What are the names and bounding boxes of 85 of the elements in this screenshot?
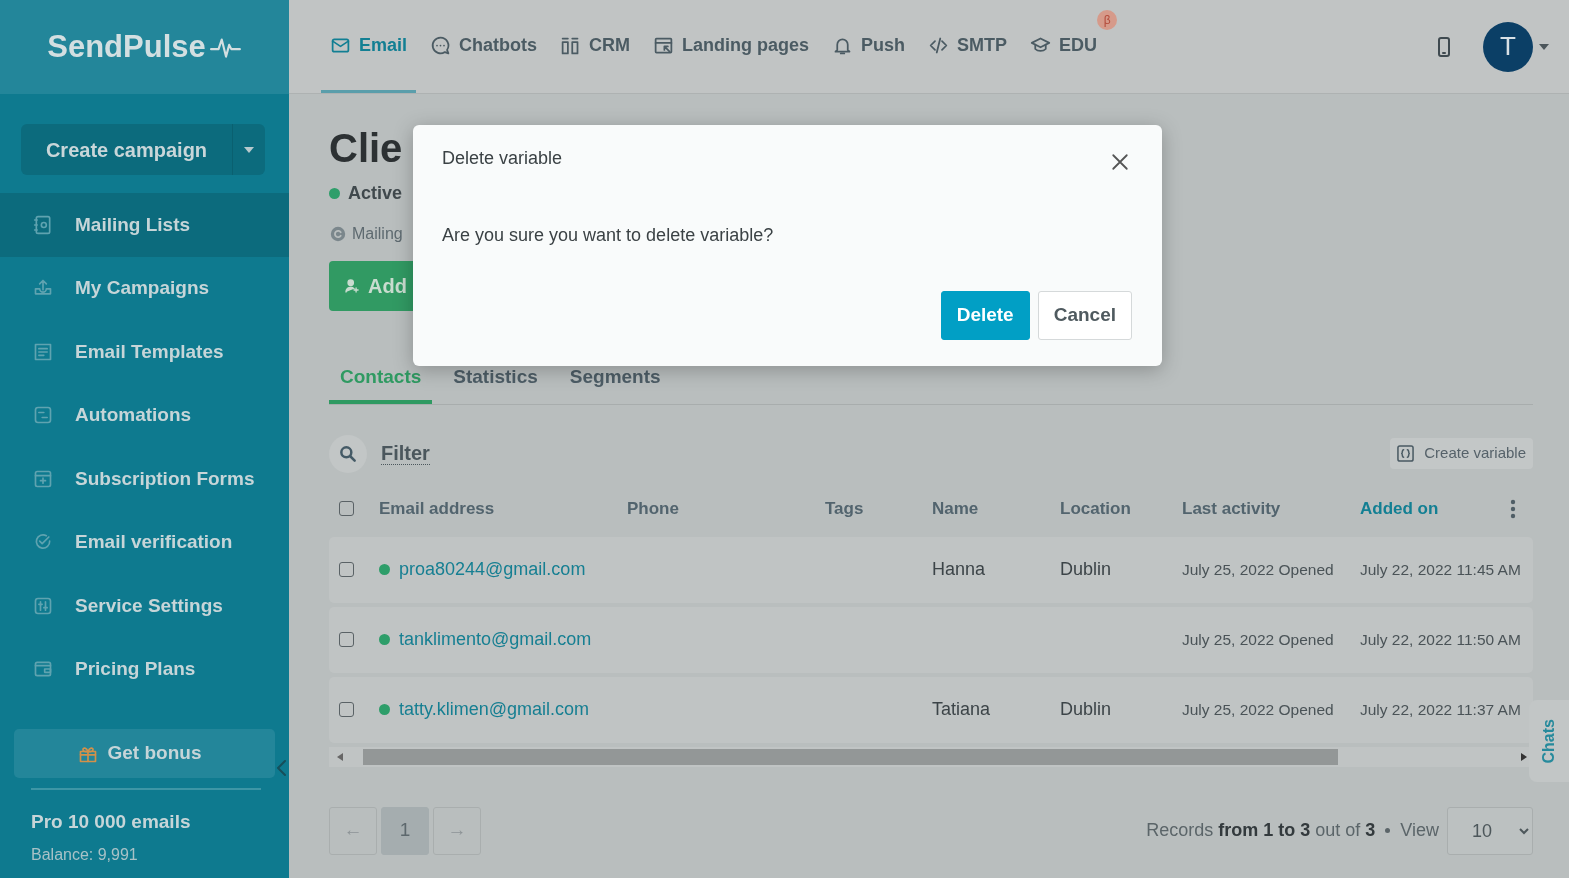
nav-tab[interactable]: Landing pages [644, 0, 819, 93]
sidebar-item[interactable]: Automations [0, 383, 289, 447]
mobile-phone-icon [1437, 36, 1451, 57]
filter-link[interactable]: Filter [381, 442, 430, 465]
template-icon [33, 341, 53, 362]
nav-tab[interactable]: Email [321, 0, 417, 93]
page-title: Clie [329, 128, 403, 168]
scrollbar-thumb[interactable] [363, 748, 1338, 765]
column-header[interactable]: Location [1060, 495, 1182, 522]
balance-text: Balance: 9,991 [30, 844, 139, 865]
chats-tab[interactable]: Chats [1529, 700, 1569, 782]
sidebar-item[interactable]: My Campaigns [0, 256, 289, 320]
added-on-cell-text: July 22, 2022 11:37 AM [1360, 699, 1522, 720]
row-checkbox[interactable] [339, 562, 354, 577]
scroll-left-icon[interactable] [337, 752, 343, 761]
status-dot [329, 188, 340, 199]
nav-tab[interactable]: Push [823, 0, 915, 93]
last-activity-cell-text: July 25, 2022 Opened [1182, 629, 1335, 650]
last-activity-cell-text: July 25, 2022 Opened [1182, 699, 1335, 720]
delete-button[interactable]: Delete [940, 291, 1030, 340]
search-icon [338, 443, 358, 464]
name-cell-text: Tatiana [932, 698, 992, 721]
column-header[interactable]: Name [932, 495, 1060, 522]
column-header[interactable]: Added on [1360, 495, 1439, 522]
cancel-button[interactable]: Cancel [1037, 291, 1132, 340]
sliders-icon [33, 595, 53, 616]
wallet-icon [33, 659, 53, 680]
column-header[interactable]: Last activity [1182, 495, 1360, 522]
next-page-button[interactable]: → [433, 806, 481, 855]
get-bonus-button[interactable]: Get bonus [14, 729, 275, 778]
email-link[interactable]: proa80244@gmail.com [399, 556, 586, 583]
refresh-circle-icon [329, 225, 347, 243]
email-link[interactable]: tanklimento@gmail.com [399, 626, 592, 653]
records-summary: Records from 1 to 3 out of 3 [1146, 819, 1376, 842]
column-header[interactable]: Email address [379, 495, 627, 522]
breadcrumb-link[interactable]: Mailing [352, 222, 403, 246]
more-vertical-icon [1510, 498, 1516, 519]
select-all-checkbox[interactable] [339, 501, 354, 516]
address-book-icon [33, 214, 53, 235]
sidebar-item[interactable]: Email verification [0, 510, 289, 574]
page-size-select[interactable]: 10 [1447, 806, 1533, 855]
content-tab[interactable]: Statistics [442, 361, 549, 404]
beta-badge: β [1097, 10, 1118, 30]
braces-icon [1397, 445, 1415, 462]
sidebar-item[interactable]: Service Settings [0, 574, 289, 638]
column-header[interactable]: Tags [825, 495, 932, 522]
scroll-right-icon[interactable] [1521, 752, 1527, 761]
sidebar-item[interactable]: Subscription Forms [0, 447, 289, 511]
modal-message: Are you sure you want to delete variable? [442, 224, 775, 247]
user-avatar[interactable]: T [1483, 21, 1533, 72]
sidebar-item[interactable]: Pricing Plans [0, 637, 289, 701]
location-cell-text: Dublin [1060, 698, 1113, 721]
name-cell-text: Hanna [932, 558, 987, 581]
create-variable-button[interactable]: Create variable [1390, 438, 1533, 469]
form-window-icon [33, 468, 53, 489]
added-on-cell-text: July 22, 2022 11:50 AM [1360, 629, 1522, 650]
nav-tab[interactable]: CRM [551, 0, 640, 93]
row-checkbox[interactable] [339, 632, 354, 647]
modal-title: Delete variable [442, 147, 563, 170]
collapse-chevron-icon[interactable] [275, 759, 287, 777]
page-button[interactable]: 1 [381, 806, 429, 855]
close-icon [1111, 153, 1129, 172]
caret-icon [244, 146, 254, 153]
sidebar-item[interactable]: Mailing Lists [0, 193, 289, 257]
added-on-cell-text: July 22, 2022 11:45 AM [1360, 559, 1522, 580]
add-person-icon [344, 276, 361, 296]
row-checkbox[interactable] [339, 702, 354, 717]
view-label: View [1400, 819, 1439, 842]
location-cell-text: Dublin [1060, 558, 1113, 581]
email-link[interactable]: tatty.klimen@gmail.com [399, 696, 589, 723]
caret-icon [1539, 43, 1549, 50]
previous-page-button[interactable]: ← [329, 806, 377, 855]
workflow-icon [33, 405, 53, 426]
plan-name: Pro 10 000 emails [30, 810, 192, 834]
add-contacts-button[interactable]: Add [329, 261, 413, 311]
content-tab[interactable]: Segments [558, 361, 672, 404]
nav-tab[interactable]: Chatbots [421, 0, 547, 93]
last-activity-cell-text: July 25, 2022 Opened [1182, 559, 1335, 580]
nav-tab[interactable]: SMTP [919, 0, 1017, 93]
column-header[interactable]: Phone [627, 495, 825, 522]
bullet-separator [1385, 828, 1391, 833]
chat-bubble-icon [430, 34, 452, 56]
search-button[interactable] [329, 434, 367, 473]
status-text: Active [348, 182, 403, 205]
sidebar-item[interactable]: Email Templates [0, 320, 289, 384]
